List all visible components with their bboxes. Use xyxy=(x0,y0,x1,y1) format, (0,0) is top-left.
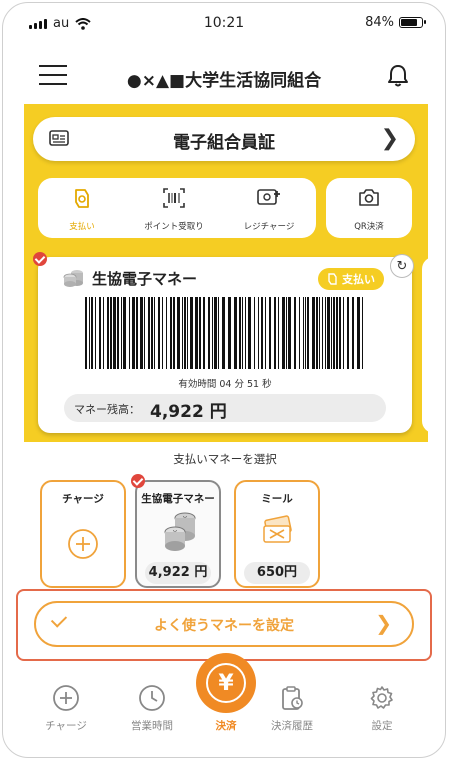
selected-check-icon xyxy=(33,252,47,266)
nav-pay-label: 決済 xyxy=(215,720,237,732)
qr-pay-label: QR決済 xyxy=(354,222,384,232)
tab-register-charge[interactable]: レジチャージ xyxy=(222,178,316,238)
plus-circle-icon xyxy=(53,685,79,711)
tab-pay-label: 支払い xyxy=(69,222,95,232)
status-bar: au 10:21 84% xyxy=(3,3,445,43)
gear-icon xyxy=(370,686,393,709)
page-title: ●×▲■大学生活協同組合 xyxy=(126,71,322,91)
charge-card-title: チャージ xyxy=(62,493,104,505)
pay-badge-label: 支払い xyxy=(342,273,375,286)
select-money-label: 支払いマネーを選択 xyxy=(173,452,277,466)
charge-card[interactable]: チャージ xyxy=(40,480,126,588)
coins-icon: ¥¥ xyxy=(164,512,196,551)
wallet-icon xyxy=(328,273,337,285)
tab-register-label: レジチャージ xyxy=(243,222,295,232)
battery-percent: 84% xyxy=(365,15,394,30)
nav-history-label: 決済履歴 xyxy=(271,720,313,732)
member-id-label: 電子組合員証 xyxy=(173,133,275,153)
refresh-icon[interactable]: ↻ xyxy=(390,254,414,278)
payment-tabs: 支払い ポイント受取り レジチャージ xyxy=(38,178,316,238)
barcode-scan-icon xyxy=(163,188,185,208)
wallet-icon xyxy=(75,189,89,208)
nav-charge-label: チャージ xyxy=(45,720,87,732)
app-header: ●×▲■大学生活協同組合 xyxy=(3,55,445,99)
meal-card-title: ミール xyxy=(261,493,293,505)
member-id-card-button[interactable]: 電子組合員証 ❯ xyxy=(33,117,415,161)
set-favorite-label: よく使うマネーを設定 xyxy=(154,618,294,634)
bell-icon[interactable] xyxy=(385,63,411,89)
register-charge-icon xyxy=(257,189,280,205)
money-card-title: 生協電子マネー xyxy=(92,270,198,288)
battery-icon xyxy=(399,17,426,28)
validity-timer: 有効時間 04 分 51 秒 xyxy=(178,379,272,390)
coop-card-title: 生協電子マネー xyxy=(141,493,215,505)
nav-pay-button[interactable]: ¥ xyxy=(196,653,256,713)
balance-value: 4,922 円 xyxy=(150,402,227,422)
meal-card-value: 650円 xyxy=(244,562,310,584)
chevron-right-icon: ❯ xyxy=(380,126,399,151)
status-right: 84% xyxy=(365,15,426,30)
payment-barcode xyxy=(85,297,363,369)
tab-qr: QR決済 xyxy=(326,178,412,238)
set-favorite-money-button[interactable]: よく使うマネーを設定 ❯ xyxy=(34,601,414,647)
history-clipboard-icon xyxy=(282,686,303,710)
clock-icon xyxy=(139,685,165,711)
coop-money-card[interactable]: 生協電子マネー ¥¥ 4,922 円 xyxy=(135,480,221,588)
yen-icon: ¥ xyxy=(206,663,246,703)
balance-row: マネー残高： 4,922 円 xyxy=(64,394,386,422)
tab-point-label: ポイント受取り xyxy=(144,222,204,232)
qr-pay-button[interactable]: QR決済 xyxy=(326,178,412,238)
meal-card[interactable]: ミール 650円 xyxy=(234,480,320,588)
tab-point-receive[interactable]: ポイント受取り xyxy=(126,178,222,238)
pay-badge: 支払い xyxy=(318,268,384,290)
coop-card-value: 4,922 円 xyxy=(145,562,211,584)
plus-circle-icon xyxy=(68,529,98,559)
tab-pay[interactable]: 支払い xyxy=(38,178,126,238)
coins-icon xyxy=(63,270,83,287)
meal-ticket-icon xyxy=(263,515,292,543)
next-card-peek[interactable] xyxy=(422,257,442,433)
camera-icon xyxy=(359,189,379,206)
chevron-right-icon: ❯ xyxy=(375,611,392,635)
balance-label: マネー残高： xyxy=(74,403,140,416)
nav-settings-label: 設定 xyxy=(371,720,393,732)
selected-check-icon xyxy=(131,474,145,488)
nav-hours-label: 営業時間 xyxy=(131,720,173,732)
